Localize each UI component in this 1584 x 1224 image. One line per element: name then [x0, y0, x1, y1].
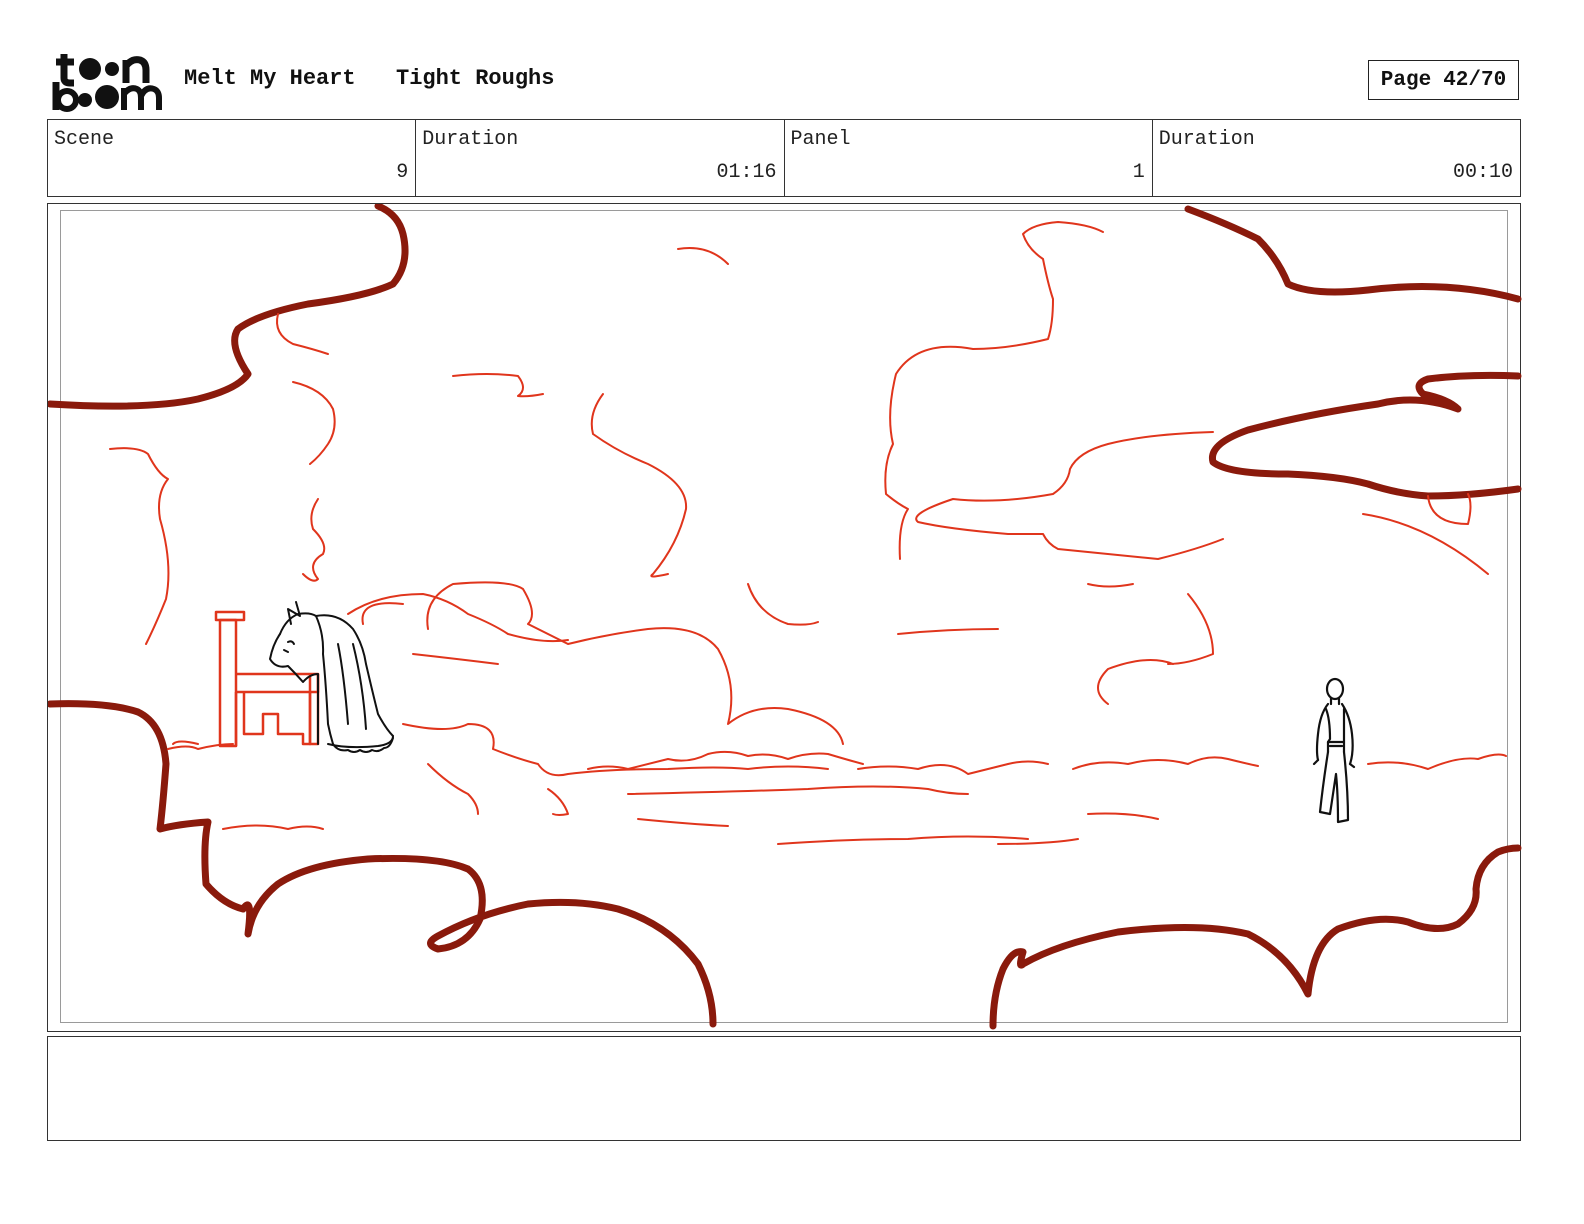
panel-value: 1 [1132, 161, 1145, 184]
scene-duration-cell: Duration 01:16 [416, 120, 785, 196]
page-label: Page [1380, 68, 1432, 92]
standing-figure [1312, 677, 1356, 824]
scene-duration-value: 01:16 [716, 161, 777, 184]
panel-info-row: Scene 9 Duration 01:16 Panel 1 Duration … [47, 119, 1521, 197]
page-number: 42/70 [1443, 68, 1507, 92]
queen-figure [269, 601, 394, 753]
panel-drawing [48, 204, 1522, 1030]
toonboom-logo [50, 50, 165, 112]
scene-label: Scene [54, 128, 115, 151]
throne [214, 610, 320, 748]
panel-duration-label: Duration [1158, 128, 1255, 151]
scene-value: 9 [396, 161, 409, 184]
storyboard-subtitle: Tight Roughs [396, 66, 555, 91]
project-title: Melt My Heart [184, 66, 356, 91]
scene-duration-label: Duration [422, 128, 519, 151]
cloud-sketch-lines [109, 221, 1507, 845]
panel-duration-value: 00:10 [1452, 161, 1513, 184]
cloud-outlines [48, 204, 1522, 1030]
panel-duration-cell: Duration 00:10 [1153, 120, 1520, 196]
page-indicator: Page 42/70 [1368, 60, 1519, 100]
panel-cell: Panel 1 [785, 120, 1153, 196]
storyboard-panel [47, 203, 1522, 1032]
panel-notes-box [47, 1036, 1521, 1141]
panel-label: Panel [790, 128, 851, 151]
scene-cell: Scene 9 [48, 120, 417, 196]
